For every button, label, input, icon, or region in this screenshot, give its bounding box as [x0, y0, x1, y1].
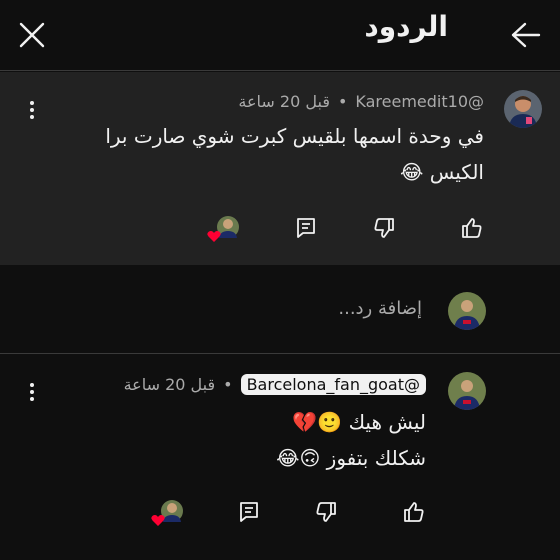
avatar-image: [448, 292, 486, 330]
reply-author[interactable]: @Barcelona_fan_goat: [240, 374, 426, 395]
thumb-down-icon: [374, 218, 394, 238]
comment-meta: @Kareemedit10 • قبل 20 ساعة: [238, 92, 484, 111]
comment-icon: [240, 502, 258, 522]
dislike-button[interactable]: [368, 212, 400, 244]
creator-heart: [150, 498, 184, 528]
reply-text: ليش هيك 🙂💔 شكلك بتفوز 🙃😂: [126, 404, 426, 476]
dot-icon: [30, 108, 34, 112]
arrow-back-icon: [511, 22, 541, 48]
section-divider: [0, 353, 560, 354]
avatar-image: [448, 372, 486, 410]
reply-text-line: شكلك بتفوز 🙃😂: [276, 446, 426, 470]
comment-author[interactable]: @Kareemedit10: [355, 92, 484, 111]
reply-text-line: ليش هيك 🙂💔: [292, 410, 426, 434]
back-button[interactable]: [508, 17, 544, 53]
close-button[interactable]: [16, 19, 48, 51]
add-reply-input[interactable]: إضافة رد...: [338, 298, 422, 319]
reply-button[interactable]: [233, 496, 265, 528]
creator-heart: [206, 214, 240, 244]
comment-text: في وحدة اسمها بلقيس كبرت شوي صارت برا ال…: [44, 118, 484, 190]
highlighted-comment: @Kareemedit10 • قبل 20 ساعة في وحدة اسمه…: [0, 72, 560, 265]
reply-meta: @Barcelona_fan_goat • قبل 20 ساعة: [124, 374, 426, 395]
dot-icon: [30, 383, 34, 387]
dislike-button[interactable]: [310, 496, 342, 528]
avatar[interactable]: [504, 90, 542, 128]
more-options-button[interactable]: [24, 380, 40, 404]
header-divider: [0, 70, 560, 71]
header: الردود: [0, 0, 560, 70]
avatar-image: [504, 90, 542, 128]
reply-button[interactable]: [290, 212, 322, 244]
like-button[interactable]: [456, 212, 488, 244]
meta-separator: •: [337, 92, 348, 111]
reply-time: قبل 20 ساعة: [123, 375, 216, 394]
dot-icon: [30, 101, 34, 105]
meta-separator: •: [223, 375, 233, 394]
comment-time: قبل 20 ساعة: [238, 92, 330, 111]
thumb-up-icon: [404, 502, 424, 522]
avatar[interactable]: [448, 372, 486, 410]
more-options-button[interactable]: [24, 98, 40, 122]
my-avatar[interactable]: [448, 292, 486, 330]
dot-icon: [30, 390, 34, 394]
thumb-down-icon: [316, 502, 336, 522]
page-title: الردود: [364, 10, 448, 43]
comment-icon: [297, 218, 315, 238]
dot-icon: [30, 397, 34, 401]
thumb-up-icon: [462, 218, 482, 238]
comment-text-line: الكيس 😂: [400, 160, 484, 184]
comment-text-line: في وحدة اسمها بلقيس كبرت شوي صارت برا: [105, 124, 484, 148]
close-icon: [19, 22, 45, 48]
like-button[interactable]: [398, 496, 430, 528]
dot-icon: [30, 115, 34, 119]
